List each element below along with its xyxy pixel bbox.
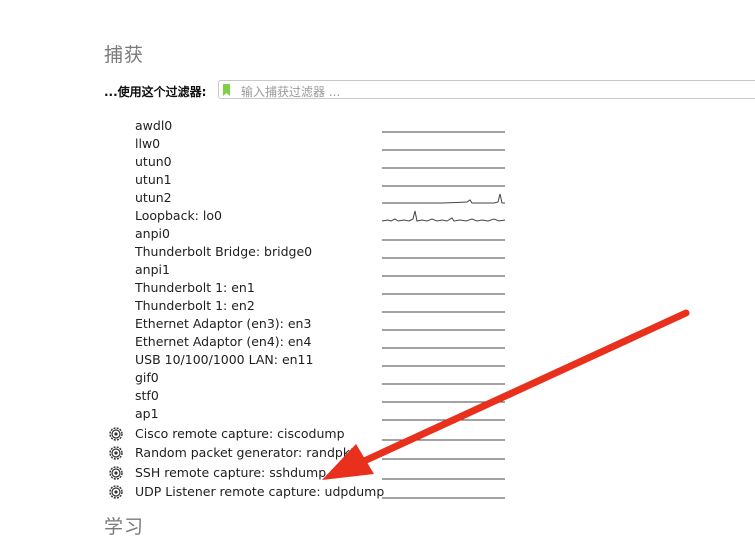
traffic-sparkline [382, 193, 505, 204]
interface-name: stf0 [135, 388, 159, 403]
interface-row[interactable]: ap1 [104, 405, 524, 423]
gear-icon[interactable] [109, 446, 123, 460]
traffic-sparkline [382, 311, 505, 313]
interface-row[interactable]: anpi1 [104, 261, 524, 279]
traffic-sparkline [382, 497, 505, 499]
interface-row[interactable]: Thunderbolt 1: en2 [104, 297, 524, 315]
interface-row[interactable]: awdl0 [104, 117, 524, 135]
capture-section-title: 捕获 [104, 44, 145, 66]
traffic-sparkline [382, 329, 505, 331]
interface-name: ap1 [135, 406, 159, 421]
traffic-sparkline [382, 439, 505, 440]
filter-placeholder: 输入捕获过滤器 ... [241, 85, 341, 99]
capture-filter-input[interactable]: 输入捕获过滤器 ... [218, 80, 755, 99]
interface-row[interactable]: gif0 [104, 369, 524, 387]
interface-row[interactable]: Thunderbolt Bridge: bridge0 [104, 243, 524, 261]
traffic-sparkline [382, 275, 505, 277]
interface-row[interactable]: stf0 [104, 387, 524, 405]
interface-list: awdl0 llw0 utun0 utun1 utun2 Loopback: lo0 anp… [104, 117, 524, 507]
interface-name: utun2 [135, 190, 172, 205]
bookmark-icon[interactable] [223, 84, 230, 96]
interface-row[interactable]: Loopback: lo0 [104, 207, 524, 225]
interface-name: USB 10/100/1000 LAN: en11 [135, 352, 314, 367]
interface-name: anpi1 [135, 262, 170, 277]
interface-row[interactable]: SSH remote capture: sshdump [104, 464, 524, 482]
traffic-sparkline [382, 185, 505, 187]
interface-name: Ethernet Adaptor (en4): en4 [135, 334, 312, 349]
interface-row[interactable]: USB 10/100/1000 LAN: en11 [104, 351, 524, 369]
interface-name: utun1 [135, 172, 172, 187]
interface-row[interactable]: Thunderbolt 1: en1 [104, 279, 524, 297]
interface-name: UDP Listener remote capture: udpdump [135, 484, 385, 499]
traffic-sparkline [382, 478, 505, 479]
traffic-sparkline [382, 365, 505, 367]
gear-icon[interactable] [109, 485, 123, 499]
traffic-sparkline [382, 131, 505, 133]
traffic-sparkline [382, 149, 505, 151]
interface-row[interactable]: anpi0 [104, 225, 524, 243]
interface-row[interactable]: utun2 [104, 189, 524, 207]
interface-row[interactable]: Cisco remote capture: ciscodump [104, 425, 524, 443]
traffic-sparkline [382, 257, 505, 259]
interface-name: Thunderbolt 1: en1 [135, 280, 255, 295]
traffic-sparkline [382, 419, 505, 421]
interface-name: gif0 [135, 370, 159, 385]
interface-row[interactable]: llw0 [104, 135, 524, 153]
traffic-sparkline [382, 239, 505, 241]
interface-name: Cisco remote capture: ciscodump [135, 425, 345, 441]
interface-row[interactable]: Ethernet Adaptor (en3): en3 [104, 315, 524, 333]
interface-name: utun0 [135, 154, 172, 169]
traffic-sparkline [382, 458, 505, 460]
interface-name: anpi0 [135, 226, 170, 241]
interface-name: SSH remote capture: sshdump [135, 464, 327, 480]
gear-icon[interactable] [109, 426, 123, 441]
interface-name: Thunderbolt 1: en2 [135, 298, 255, 313]
traffic-sparkline [381, 210, 506, 222]
interface-row[interactable]: UDP Listener remote capture: udpdump [104, 483, 524, 501]
interface-name: llw0 [135, 136, 161, 151]
interface-name: Random packet generator: randpkt [135, 445, 355, 460]
traffic-sparkline [382, 347, 505, 349]
interface-row[interactable]: Ethernet Adaptor (en4): en4 [104, 333, 524, 351]
interface-name: Thunderbolt Bridge: bridge0 [135, 244, 313, 259]
interface-row[interactable]: utun0 [104, 153, 524, 171]
traffic-sparkline [382, 167, 505, 169]
gear-icon[interactable] [109, 465, 123, 480]
traffic-sparkline [382, 383, 505, 385]
interface-name: Ethernet Adaptor (en3): en3 [135, 316, 312, 331]
interface-row[interactable]: utun1 [104, 171, 524, 189]
interface-row[interactable]: Random packet generator: randpkt [104, 444, 524, 462]
traffic-sparkline [382, 401, 505, 403]
interface-name: Loopback: lo0 [135, 208, 222, 223]
filter-label: ...使用这个过滤器: [104, 85, 207, 99]
learn-section-title: 学习 [104, 516, 145, 538]
interface-name: awdl0 [135, 118, 173, 133]
traffic-sparkline [382, 293, 505, 295]
